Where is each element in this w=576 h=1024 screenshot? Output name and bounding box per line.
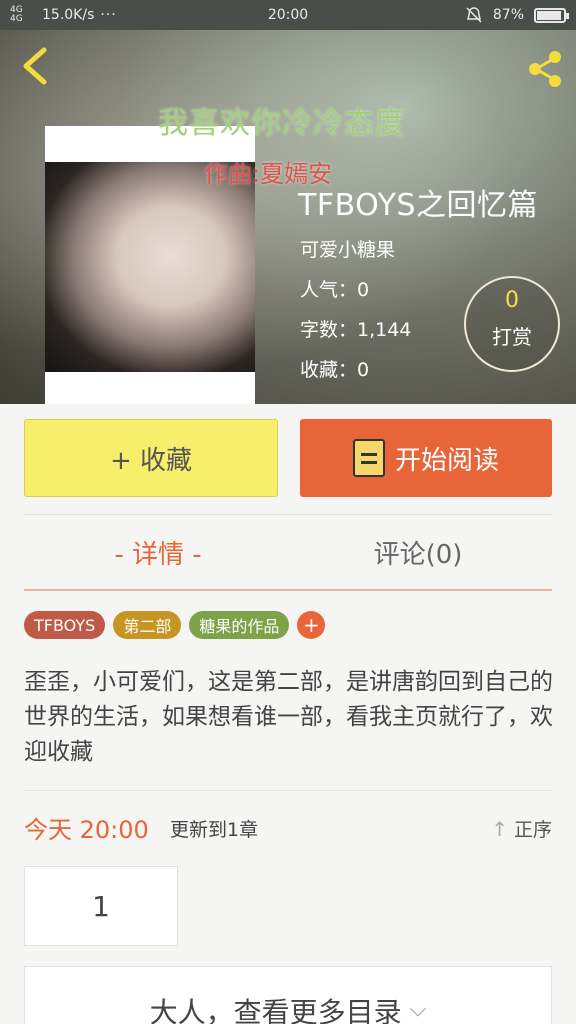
signal-icon: 4G 4G [10, 5, 23, 24]
cover-photo [45, 162, 255, 372]
tab-comments[interactable]: 评论(0) [320, 534, 516, 571]
book-description: 歪歪，小可爱们，这是第二部，是讲唐韵回到自己的世界的生活，如果想看谁一部，看我主… [24, 669, 553, 765]
favorite-button[interactable]: + 收藏 [24, 419, 278, 497]
more-chapters-label: 大人，查看更多目录 [149, 996, 402, 1024]
tip-label: 打赏 [492, 325, 532, 349]
word-count: 字数：1,144 [300, 319, 412, 341]
battery-icon [534, 7, 569, 23]
net-speed: 15.0K/s [42, 7, 95, 23]
divider [24, 514, 552, 515]
tip-button[interactable]: 0 打赏 [464, 276, 560, 372]
chevron-left-icon[interactable] [16, 46, 52, 86]
update-time: 今天 20:00 [24, 816, 149, 844]
chapter-item[interactable]: 1 [24, 866, 178, 946]
more-chapters-button[interactable]: 大人，查看更多目录 ⌵ [24, 966, 552, 1024]
start-reading-label: 开始阅读 [394, 445, 499, 476]
divider [24, 790, 552, 791]
tag-tfboys[interactable]: TFBOYS [24, 611, 106, 639]
popularity: 人气：0 [300, 279, 370, 301]
author-name[interactable]: 可爱小糖果 [300, 235, 395, 262]
sort-label: 正序 [513, 819, 552, 841]
favorite-button-label: + 收藏 [109, 445, 193, 476]
share-icon[interactable] [524, 48, 566, 90]
start-reading-button[interactable]: 开始阅读 [300, 419, 552, 497]
mute-icon [466, 7, 482, 23]
more-notifications: ··· [100, 7, 117, 23]
book-header: 我喜欢你冷冷态度 作曲:夏嫣安 TFBOYS之回忆篇 可爱小糖果 人气：0 字数… [0, 30, 576, 404]
battery-percent: 87% [492, 7, 524, 23]
arrow-up-icon: ↑ [491, 816, 508, 841]
book-title: TFBOYS之回忆篇 [298, 188, 538, 223]
tag-part-two[interactable]: 第二部 [113, 611, 182, 639]
tag-works[interactable]: 糖果的作品 [189, 611, 290, 639]
tag-list: TFBOYS 第二部 糖果的作品 + [24, 611, 326, 639]
favorite-count: 收藏：0 [300, 359, 370, 381]
tab-underline [24, 589, 552, 591]
add-tag-button[interactable]: + [297, 611, 326, 639]
status-bar: 4G 4G 15.0K/s ··· 20:00 87% [0, 0, 576, 30]
cover-title: 我喜欢你冷冷态度 [158, 106, 406, 141]
chevron-down-icon: ⌵ [409, 997, 427, 1022]
tab-details[interactable]: - 详情 - [60, 534, 256, 571]
sort-button[interactable]: ↑ 正序 [491, 815, 552, 842]
tip-count: 0 [505, 288, 519, 313]
update-text: 更新到1章 [170, 819, 259, 841]
book-icon [352, 439, 385, 477]
